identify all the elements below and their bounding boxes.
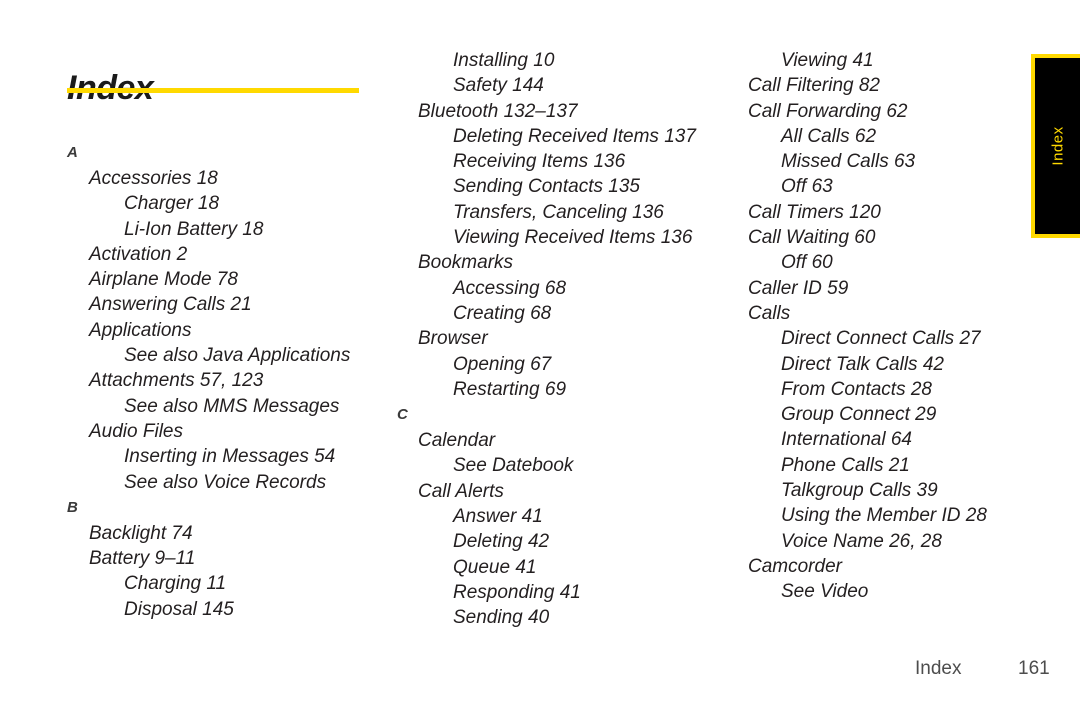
index-entry: Queue 41 <box>453 556 537 578</box>
index-entry: Airplane Mode 78 <box>89 269 238 291</box>
index-column-2: Installing 10 Safety 144 Bluetooth 132–137… <box>397 48 717 631</box>
index-entry: Browser <box>418 328 488 350</box>
index-entry: Accessories 18 <box>89 168 218 189</box>
index-entry: Installing 10 <box>453 50 555 71</box>
index-letter-heading: B <box>67 498 79 516</box>
index-entry: Deleting Received Items 137 <box>453 125 696 147</box>
index-entry: Disposal 145 <box>124 598 234 620</box>
index-entry: Accessing 68 <box>453 277 567 299</box>
index-entry: Call Waiting 60 <box>748 227 876 249</box>
index-entry: Safety 144 <box>453 75 544 97</box>
index-entry: Responding 41 <box>453 581 581 603</box>
index-entry: Call Timers 120 <box>748 201 881 223</box>
index-entry: Charger 18 <box>124 193 220 215</box>
index-entry: See Video <box>781 581 869 603</box>
index-entry: Call Alerts <box>418 480 504 502</box>
index-letter-heading: C <box>397 406 409 424</box>
index-entry: Phone Calls 21 <box>781 454 910 476</box>
index-entry: Activation 2 <box>89 243 188 265</box>
index-column-1: A Accessories 18 Charger 18 Li-Ion Battery … <box>67 140 367 622</box>
index-entry: Talkgroup Calls 39 <box>781 480 938 502</box>
index-entry: Caller ID 59 <box>748 277 849 299</box>
index-entry: Answering Calls 21 <box>89 294 252 316</box>
index-entry: Deleting 42 <box>453 531 550 553</box>
index-entry: Off 63 <box>781 176 833 198</box>
index-entry: Attachments 57, 123 <box>89 370 264 392</box>
index-entry: Direct Connect Calls 27 <box>781 328 981 350</box>
index-column-3: Viewing 41 Call Filtering 82 Call Forwardi… <box>748 48 1018 605</box>
index-entry: Backlight 74 <box>89 522 193 544</box>
index-page: Index A Accessories 18 Charger 18 Li-Ion Ba… <box>0 0 1080 720</box>
index-entry: Sending 40 <box>453 607 550 629</box>
index-entry: Answer 41 <box>453 506 543 528</box>
index-entry: Audio Files <box>89 420 183 442</box>
index-entry: See also Voice Records <box>124 471 327 493</box>
index-entry: Viewing Received Items 136 <box>453 227 693 249</box>
index-entry: Voice Name 26, 28 <box>781 530 942 552</box>
index-entry: Camcorder <box>748 555 842 577</box>
index-entry: Bluetooth 132–137 <box>418 100 578 122</box>
index-entry: Restarting 69 <box>453 378 567 400</box>
index-entry: Creating 68 <box>453 302 552 324</box>
index-entry: From Contacts 28 <box>781 378 932 400</box>
index-entry: See Datebook <box>453 455 574 477</box>
index-entry: Calendar <box>418 430 496 452</box>
index-entry: See also Java Applications <box>124 345 351 367</box>
side-thumb-tab: Index <box>1031 54 1080 238</box>
index-letter-heading: A <box>67 144 79 161</box>
index-entry: Applications <box>89 319 192 341</box>
index-entry: Viewing 41 <box>781 50 874 71</box>
index-entry: Call Filtering 82 <box>748 75 880 97</box>
index-entry: All Calls 62 <box>781 125 877 147</box>
index-entry: Transfers, Canceling 136 <box>453 201 664 223</box>
index-entry: Missed Calls 63 <box>781 151 916 173</box>
index-entry: Sending Contacts 135 <box>453 176 640 198</box>
index-entry: International 64 <box>781 429 912 451</box>
index-entry: Using the Member ID 28 <box>781 505 987 527</box>
index-entry: Charging 11 <box>124 573 227 595</box>
side-tab-label: Index <box>1049 126 1066 166</box>
index-columns: A Accessories 18 Charger 18 Li-Ion Battery … <box>0 0 1080 720</box>
index-entry: Direct Talk Calls 42 <box>781 353 944 375</box>
index-entry: Group Connect 29 <box>781 404 937 426</box>
index-entry: Battery 9–11 <box>89 548 196 570</box>
footer-page-number: 161 <box>1018 658 1050 679</box>
index-entry: Calls <box>748 302 791 324</box>
index-entry: Off 60 <box>781 252 833 274</box>
index-entry: See also MMS Messages <box>124 395 340 417</box>
index-entry: Opening 67 <box>453 353 552 375</box>
index-entry: Li-Ion Battery 18 <box>124 218 264 240</box>
page-footer: Index 161 <box>748 658 1050 684</box>
footer-section-label: Index <box>915 658 962 679</box>
index-entry: Inserting in Messages 54 <box>124 446 336 468</box>
index-entry: Receiving Items 136 <box>453 151 626 173</box>
index-entry: Call Forwarding 62 <box>748 100 908 122</box>
index-entry: Bookmarks <box>418 252 514 274</box>
